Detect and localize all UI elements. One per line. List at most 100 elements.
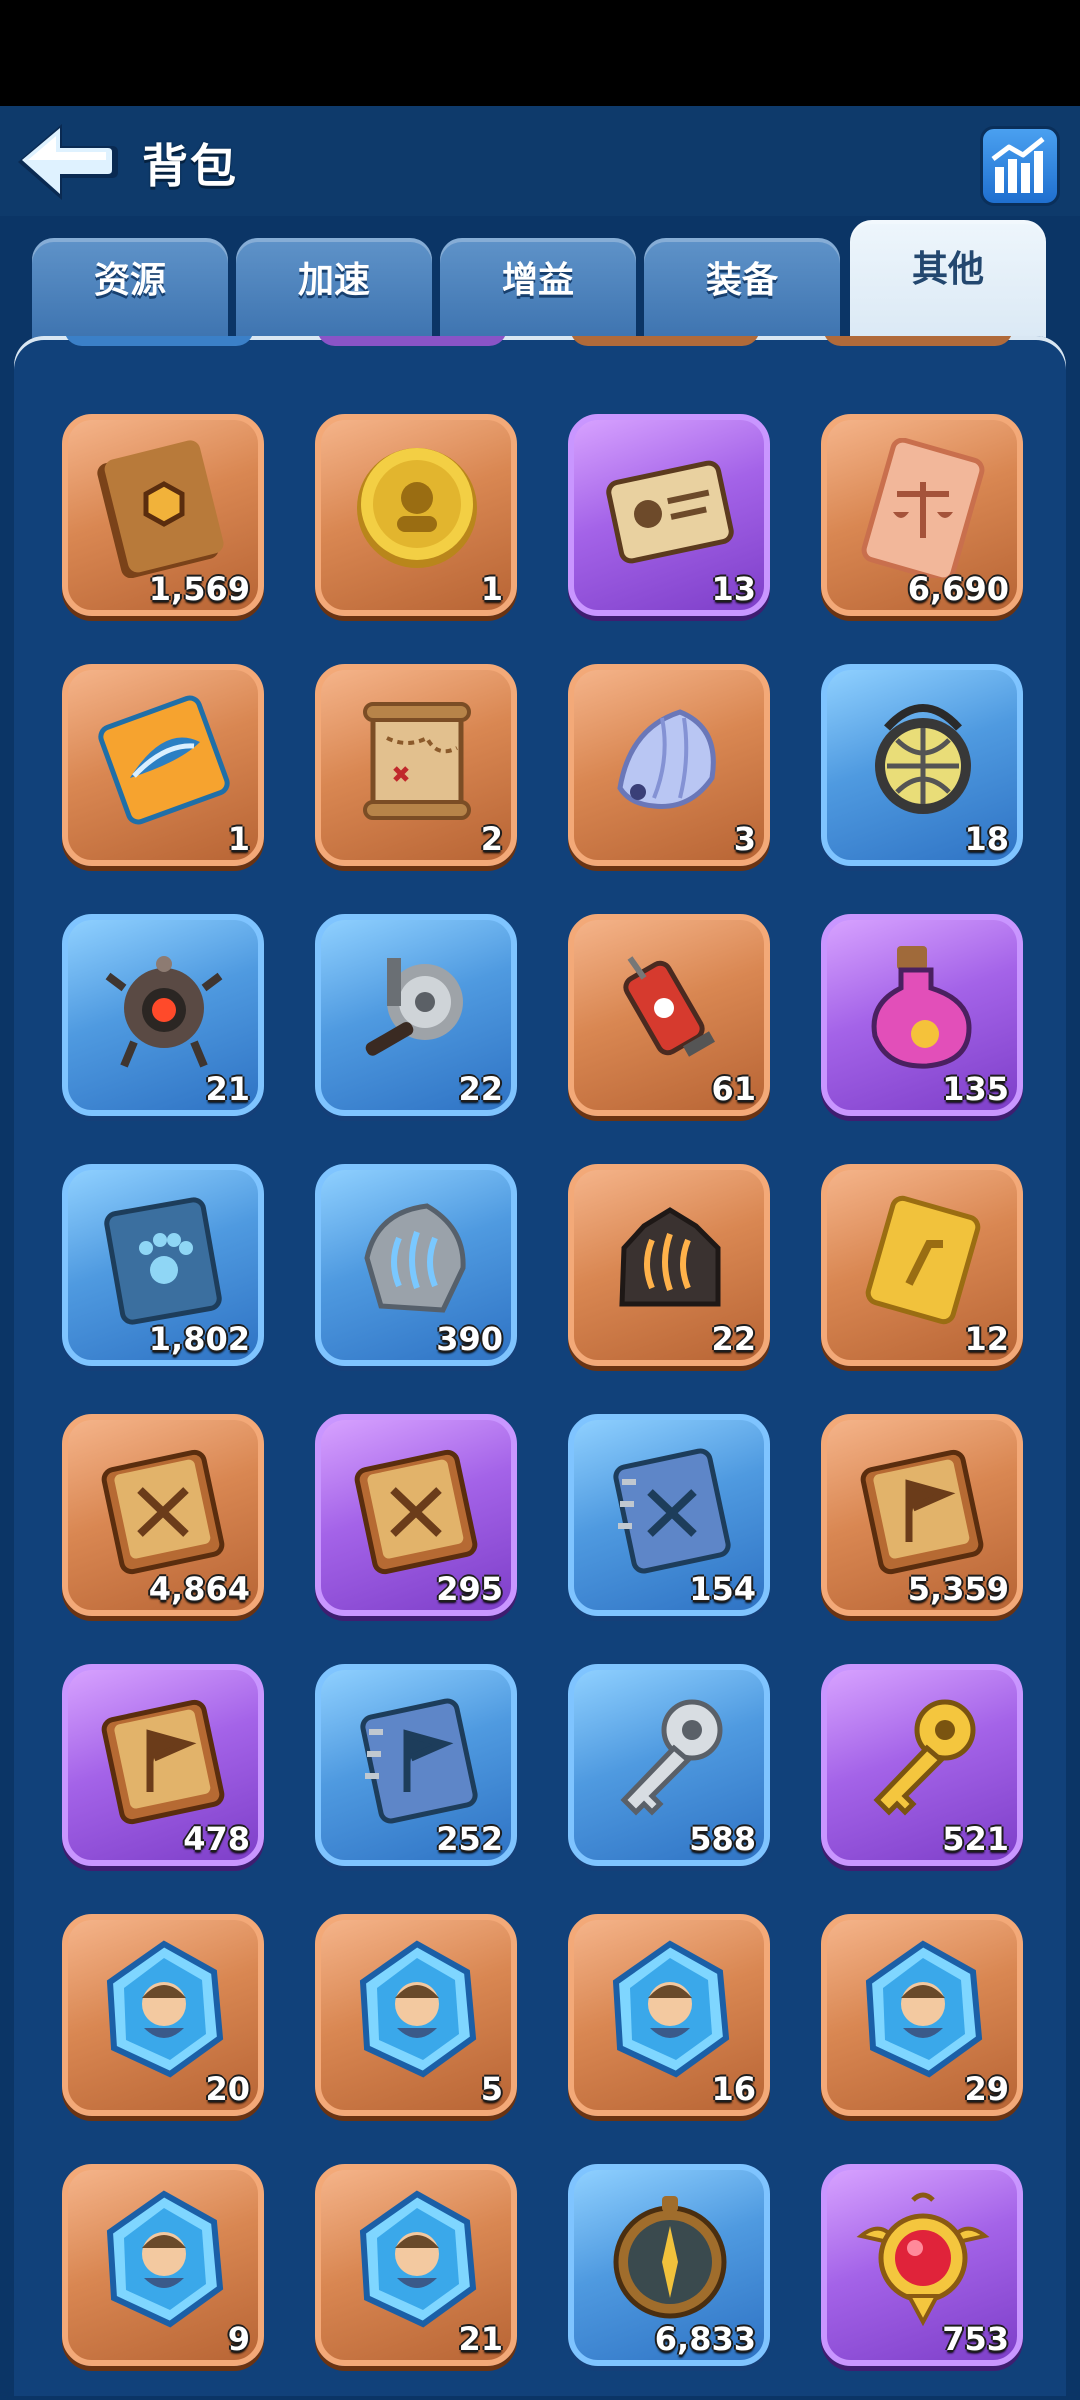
inventory-item[interactable]: 9 (62, 2164, 264, 2366)
flag-book-icon (853, 1438, 993, 1578)
gold-card-icon (853, 1188, 993, 1328)
ruby-amulet-icon (853, 2188, 993, 2328)
inventory-item[interactable]: 588 (568, 1664, 770, 1866)
item-grid: 1,569 1 13 6,690 1 2 3 18 21 22 61 135 1,802 390 22 12 4… (14, 336, 1066, 2396)
hero-shard-icon (94, 2188, 234, 2328)
item-quantity: 18 (964, 820, 1009, 858)
item-quantity: 1,569 (148, 570, 250, 608)
item-quantity: 1 (480, 570, 503, 608)
flag-notebook-icon (347, 1688, 487, 1828)
item-quantity: 13 (711, 570, 756, 608)
page-title: 背包 (142, 139, 238, 193)
syringe-icon (600, 938, 740, 1078)
inventory-item[interactable]: 6,833 (568, 2164, 770, 2366)
item-quantity: 135 (942, 1070, 1009, 1108)
inventory-item[interactable]: 6,690 (821, 414, 1023, 616)
item-quantity: 5 (480, 2070, 503, 2108)
fishing-reel-icon (363, 958, 463, 1058)
item-quantity: 1,802 (148, 1320, 250, 1358)
scale-ticket-icon (853, 438, 993, 578)
tab-resources[interactable]: 资源 (32, 238, 228, 338)
inventory-item[interactable]: 20 (62, 1914, 264, 2116)
inventory-item[interactable]: 21 (315, 2164, 517, 2366)
inventory-item[interactable]: 1,569 (62, 414, 264, 616)
tab-speedups[interactable]: 加速 (236, 238, 432, 338)
fish-ticket-icon (94, 688, 234, 828)
flag-book-icon (94, 1688, 234, 1828)
stats-button[interactable] (980, 126, 1060, 206)
hero-shard-icon (347, 2188, 487, 2328)
item-quantity: 12 (964, 1320, 1009, 1358)
item-quantity: 21 (205, 1070, 250, 1108)
inventory-item[interactable]: 2 (315, 664, 517, 866)
arrow-left-icon (18, 124, 118, 200)
inventory-item[interactable]: 22 (568, 1164, 770, 1366)
inventory-item[interactable]: 521 (821, 1664, 1023, 1866)
inventory-item[interactable]: 4,864 (62, 1414, 264, 1616)
inventory-item[interactable]: 21 (62, 914, 264, 1116)
gold-coin-icon (357, 448, 477, 568)
category-tabs: 资源 加速 增益 装备 其他 (32, 220, 1052, 338)
inventory-item[interactable]: 5 (315, 1914, 517, 2116)
compass-icon (600, 2188, 740, 2328)
inventory-item[interactable]: 16 (568, 1914, 770, 2116)
tab-boosts[interactable]: 增益 (440, 238, 636, 338)
inventory-item[interactable]: 753 (821, 2164, 1023, 2366)
claw-rock-icon (600, 1188, 740, 1328)
back-button[interactable] (14, 118, 118, 206)
inventory-item[interactable]: 1 (315, 414, 517, 616)
lantern-icon (853, 688, 993, 828)
inventory-item[interactable]: 390 (315, 1164, 517, 1366)
inventory-item[interactable]: 13 (568, 414, 770, 616)
item-quantity: 61 (711, 1070, 756, 1108)
silver-key-icon (600, 1688, 740, 1828)
inventory-panel: 1,569 1 13 6,690 1 2 3 18 21 22 61 135 1,802 390 22 12 4… (14, 336, 1066, 2396)
inventory-item[interactable]: 18 (821, 664, 1023, 866)
potion-icon (853, 938, 993, 1078)
inventory-item[interactable]: 1,802 (62, 1164, 264, 1366)
inventory-item[interactable]: 252 (315, 1664, 517, 1866)
inventory-item[interactable]: 135 (821, 914, 1023, 1116)
sword-book-icon (347, 1438, 487, 1578)
hero-shard-icon (600, 1938, 740, 2078)
item-quantity: 1 (227, 820, 250, 858)
tab-equipment[interactable]: 装备 (644, 238, 840, 338)
bar-chart-icon (991, 137, 1045, 193)
inventory-item[interactable]: 154 (568, 1414, 770, 1616)
item-quantity: 22 (711, 1320, 756, 1358)
hero-shard-icon (853, 1938, 993, 2078)
robot-drone-icon (94, 938, 234, 1078)
item-quantity: 252 (436, 1820, 503, 1858)
gold-key-icon (853, 1688, 993, 1828)
inventory-item[interactable]: 22 (315, 914, 517, 1116)
inventory-item[interactable]: 3 (568, 664, 770, 866)
treasure-map-icon (347, 688, 487, 828)
inventory-item[interactable]: 478 (62, 1664, 264, 1866)
hero-shard-icon (347, 1938, 487, 2078)
inventory-item[interactable]: 5,359 (821, 1414, 1023, 1616)
item-quantity: 3 (733, 820, 756, 858)
item-quantity: 21 (458, 2320, 503, 2358)
item-quantity: 2 (480, 820, 503, 858)
inventory-item[interactable]: 61 (568, 914, 770, 1116)
id-card-icon (600, 438, 740, 578)
item-quantity: 4,864 (148, 1570, 250, 1608)
inventory-item[interactable]: 12 (821, 1164, 1023, 1366)
status-bar (0, 0, 1080, 106)
item-quantity: 154 (689, 1570, 756, 1608)
inventory-item[interactable]: 295 (315, 1414, 517, 1616)
inventory-item[interactable]: 29 (821, 1914, 1023, 2116)
item-quantity: 295 (436, 1570, 503, 1608)
item-quantity: 16 (711, 2070, 756, 2108)
item-quantity: 478 (183, 1820, 250, 1858)
item-quantity: 390 (436, 1320, 503, 1358)
paw-book-icon (94, 1188, 234, 1328)
item-quantity: 29 (964, 2070, 1009, 2108)
inventory-item[interactable]: 1 (62, 664, 264, 866)
item-quantity: 9 (227, 2320, 250, 2358)
item-quantity: 521 (942, 1820, 1009, 1858)
tab-other[interactable]: 其他 (850, 220, 1046, 338)
item-quantity: 5,359 (907, 1570, 1009, 1608)
item-quantity: 20 (205, 2070, 250, 2108)
shell-icon (600, 688, 740, 828)
